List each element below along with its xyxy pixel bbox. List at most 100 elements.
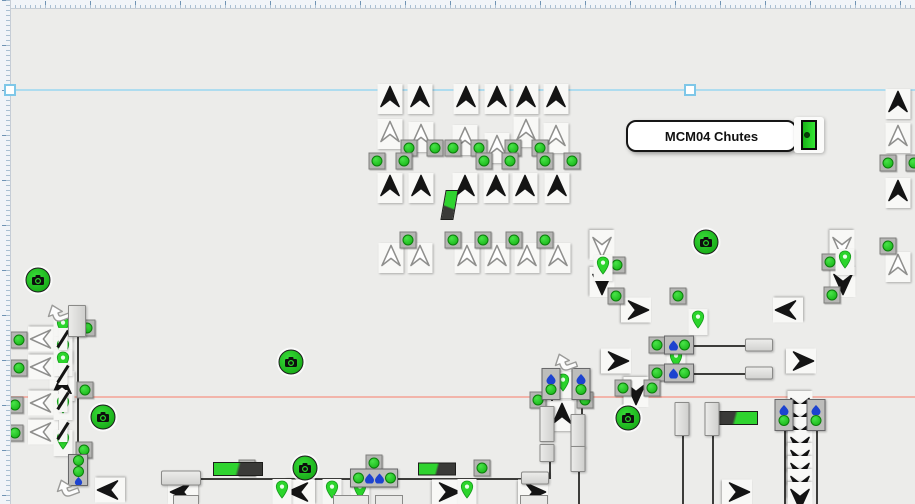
conveyor-block-partial[interactable]	[173, 495, 199, 504]
conveyor-line	[578, 471, 580, 504]
status-dot-indicator[interactable]	[906, 155, 915, 172]
camera-icon[interactable]	[26, 268, 51, 293]
sensor-box[interactable]	[664, 364, 694, 383]
chevron-up-icon[interactable]	[886, 89, 911, 119]
location-pin-icon[interactable]	[594, 255, 613, 281]
camera-icon[interactable]	[694, 230, 719, 255]
door-indicator[interactable]	[794, 117, 824, 153]
belt-segment-indicator[interactable]	[213, 462, 263, 476]
red-reference-line[interactable]	[0, 396, 915, 398]
status-dot-indicator[interactable]	[474, 460, 491, 477]
chevron-up-icon[interactable]	[886, 178, 911, 208]
conveyor-block[interactable]	[540, 444, 555, 462]
location-pin-icon[interactable]	[458, 479, 477, 504]
turn-arrow-icon[interactable]	[46, 301, 70, 325]
status-dot-indicator[interactable]	[649, 337, 666, 354]
status-dot-indicator[interactable]	[396, 153, 413, 170]
status-dot-indicator[interactable]	[445, 140, 462, 157]
conveyor-line	[688, 345, 748, 347]
chevron-left-icon[interactable]	[773, 298, 803, 323]
conveyor-block[interactable]	[571, 414, 586, 448]
camera-icon[interactable]	[279, 350, 304, 375]
chevron-right-icon[interactable]	[601, 349, 631, 374]
status-dot-indicator[interactable]	[502, 153, 519, 170]
diverter-slash-icon[interactable]	[59, 390, 68, 412]
chevron-up-icon[interactable]	[454, 84, 479, 114]
status-dot-indicator[interactable]	[880, 155, 897, 172]
status-dot-indicator[interactable]	[644, 380, 661, 397]
status-dot-indicator[interactable]	[445, 232, 462, 249]
status-dot-indicator[interactable]	[11, 360, 28, 377]
status-dot-indicator[interactable]	[564, 153, 581, 170]
diverter-slash-icon[interactable]	[59, 420, 68, 442]
belt-segment-indicator[interactable]	[418, 463, 456, 476]
status-dot-indicator[interactable]	[615, 380, 632, 397]
chevron-up-icon[interactable]	[545, 173, 570, 203]
conveyor-end-block[interactable]	[521, 472, 549, 485]
chevron-right-icon[interactable]	[786, 349, 816, 374]
chevron-right-icon[interactable]	[722, 480, 752, 504]
sensor-box[interactable]	[807, 399, 826, 431]
conveyor-block-partial[interactable]	[520, 495, 548, 504]
status-dot-indicator[interactable]	[537, 232, 554, 249]
chevron-up-icon[interactable]	[408, 84, 433, 114]
chevron-left-icon[interactable]	[95, 478, 125, 503]
conveyor-end-block[interactable]	[161, 471, 201, 486]
camera-icon[interactable]	[616, 406, 641, 431]
chute-group-label[interactable]: MCM04 Chutes	[626, 120, 797, 152]
status-dot-indicator[interactable]	[77, 382, 94, 399]
chevron-up-outline-icon[interactable]	[378, 119, 403, 149]
chevron-up-outline-icon[interactable]	[886, 252, 911, 282]
chevron-up-icon[interactable]	[485, 84, 510, 114]
status-dot-indicator[interactable]	[400, 232, 417, 249]
conveyor-block-partial[interactable]	[333, 495, 369, 504]
status-dot-indicator[interactable]	[506, 232, 523, 249]
guide-handle[interactable]	[684, 84, 696, 96]
chevron-right-icon[interactable]	[621, 298, 651, 323]
sensor-box[interactable]	[664, 336, 694, 355]
conveyor-end-block[interactable]	[745, 339, 773, 352]
status-dot-indicator[interactable]	[11, 332, 28, 349]
status-dot-indicator[interactable]	[537, 153, 554, 170]
chevron-up-icon[interactable]	[544, 84, 569, 114]
conveyor-block[interactable]	[705, 402, 720, 436]
belt-segment-indicator[interactable]	[440, 190, 458, 220]
diverter-slash-icon[interactable]	[59, 363, 68, 385]
conveyor-block[interactable]	[571, 446, 586, 472]
chevron-down-icon[interactable]	[788, 482, 813, 504]
status-dot-indicator[interactable]	[608, 288, 625, 305]
chevron-up-icon[interactable]	[409, 173, 434, 203]
turn-arrow-icon[interactable]	[55, 476, 79, 500]
diverter-slash-icon[interactable]	[59, 328, 68, 350]
chevron-up-icon[interactable]	[378, 84, 403, 114]
conveyor-end-block[interactable]	[745, 367, 773, 380]
sensor-box[interactable]	[775, 399, 794, 431]
conveyor-block[interactable]	[540, 406, 555, 442]
sensor-box[interactable]	[350, 469, 398, 488]
chevron-up-outline-icon[interactable]	[886, 123, 911, 153]
status-dot-indicator[interactable]	[824, 287, 841, 304]
conveyor-block-partial[interactable]	[375, 495, 403, 504]
status-dot-indicator[interactable]	[369, 153, 386, 170]
conveyor-line	[816, 431, 818, 504]
guide-handle[interactable]	[4, 84, 16, 96]
status-dot-indicator[interactable]	[670, 288, 687, 305]
conveyor-block[interactable]	[68, 305, 86, 337]
chevron-up-icon[interactable]	[484, 173, 509, 203]
camera-icon[interactable]	[91, 405, 116, 430]
chevron-up-icon[interactable]	[513, 173, 538, 203]
status-dot-indicator[interactable]	[427, 140, 444, 157]
location-pin-icon[interactable]	[273, 479, 292, 504]
chevron-up-icon[interactable]	[378, 173, 403, 203]
ruler-vertical	[0, 0, 11, 504]
chevron-up-icon[interactable]	[514, 84, 539, 114]
status-dot-indicator[interactable]	[476, 153, 493, 170]
turn-arrow-icon[interactable]	[553, 350, 577, 374]
status-dot-indicator[interactable]	[880, 238, 897, 255]
camera-icon[interactable]	[293, 456, 318, 481]
designer-canvas: MCM04 Chutes	[0, 0, 915, 504]
location-pin-icon[interactable]	[836, 249, 855, 275]
status-dot-indicator[interactable]	[475, 232, 492, 249]
location-pin-icon[interactable]	[689, 309, 708, 335]
conveyor-block[interactable]	[675, 402, 690, 436]
